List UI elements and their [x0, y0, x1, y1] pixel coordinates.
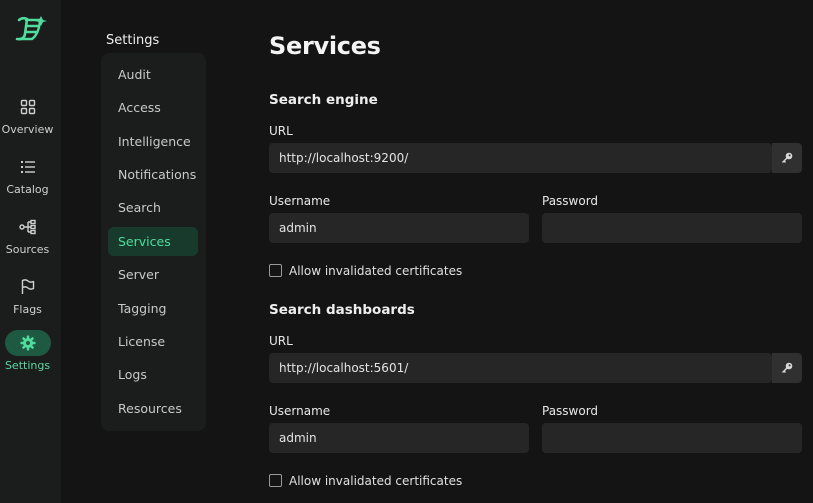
nav-label: Overview: [1, 123, 54, 136]
submenu-item-search[interactable]: Search: [108, 193, 198, 222]
checkbox-label: Allow invalidated certificates: [289, 474, 463, 488]
submenu-item-access[interactable]: Access: [108, 93, 198, 122]
password-label: Password: [542, 194, 599, 208]
search-engine-password-input[interactable]: [542, 213, 802, 243]
grid-icon: [5, 94, 51, 120]
url-label: URL: [269, 334, 293, 348]
settings-submenu: Audit Access Intelligence Notifications …: [101, 53, 206, 431]
nav-rail: Overview Catalog Sources Flags Settings: [0, 0, 61, 503]
search-engine-url-input[interactable]: http://localhost:9200/: [269, 143, 772, 173]
nav-label: Catalog: [6, 183, 49, 196]
nav-item-sources[interactable]: Sources: [0, 214, 55, 270]
username-label: Username: [269, 194, 331, 208]
key-button[interactable]: [772, 143, 802, 173]
section-title-search-dashboards: Search dashboards: [269, 302, 415, 318]
settings-menu-title: Settings: [106, 33, 160, 48]
key-icon: [781, 149, 793, 168]
search-dashboards-allow-invalid-cert-checkbox[interactable]: [269, 474, 282, 487]
nav-item-flags[interactable]: Flags: [0, 274, 55, 330]
submenu-item-audit[interactable]: Audit: [108, 60, 198, 89]
search-dashboards-username-input[interactable]: admin: [269, 423, 529, 453]
search-engine-username-input[interactable]: admin: [269, 213, 529, 243]
app-logo-icon[interactable]: [10, 14, 48, 44]
submenu-item-license[interactable]: License: [108, 327, 198, 356]
submenu-item-notifications[interactable]: Notifications: [108, 160, 198, 189]
section-title-search-engine: Search engine: [269, 92, 378, 108]
submenu-item-intelligence[interactable]: Intelligence: [108, 127, 198, 156]
gear-icon: [4, 330, 51, 356]
nav-item-catalog[interactable]: Catalog: [0, 154, 55, 210]
submenu-item-resources[interactable]: Resources: [108, 394, 198, 423]
nav-item-overview[interactable]: Overview: [0, 94, 55, 150]
submenu-item-logs[interactable]: Logs: [108, 360, 198, 389]
checkbox-label: Allow invalidated certificates: [289, 264, 463, 278]
nav-item-settings[interactable]: Settings: [0, 330, 55, 386]
search-dashboards-password-input[interactable]: [542, 423, 802, 453]
submenu-item-server[interactable]: Server: [108, 260, 198, 289]
password-label: Password: [542, 404, 599, 418]
username-label: Username: [269, 404, 331, 418]
flag-icon: [5, 274, 51, 300]
nav-label: Flags: [13, 303, 42, 316]
sources-icon: [5, 214, 51, 240]
submenu-item-services[interactable]: Services: [108, 227, 198, 256]
search-dashboards-url-input[interactable]: http://localhost:5601/: [269, 353, 772, 383]
nav-label: Sources: [5, 243, 50, 256]
submenu-item-tagging[interactable]: Tagging: [108, 294, 198, 323]
nav-label: Settings: [4, 359, 51, 372]
key-icon: [781, 359, 793, 378]
url-label: URL: [269, 124, 293, 138]
page-title: Services: [269, 32, 381, 60]
list-icon: [5, 154, 51, 180]
search-engine-allow-invalid-cert-checkbox[interactable]: [269, 264, 282, 277]
key-button[interactable]: [772, 353, 802, 383]
